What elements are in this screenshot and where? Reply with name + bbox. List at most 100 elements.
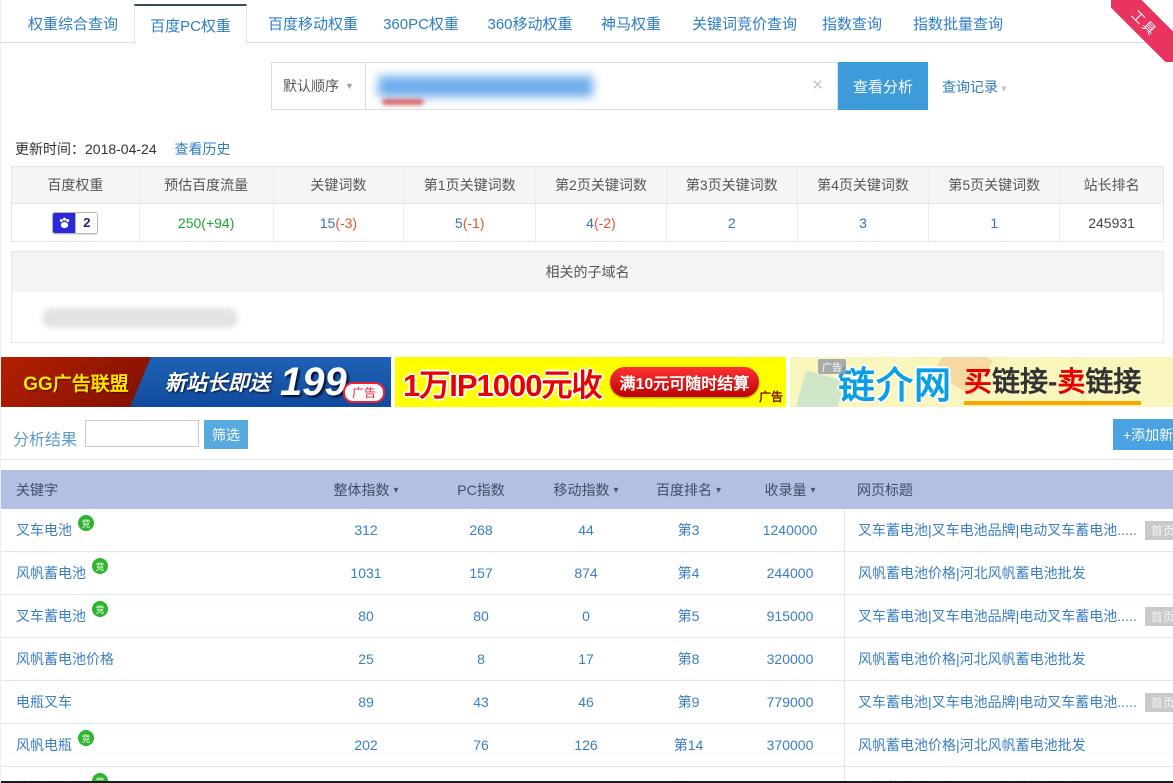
ad-banner-ip-offer[interactable]: 1万IP1000元收 满10元可随时结算 广告 bbox=[395, 357, 786, 407]
page-title-link[interactable]: 叉车蓄电池|叉车电池品牌|电动叉车蓄电池..... bbox=[858, 606, 1137, 626]
keywords-delta: (-3) bbox=[335, 215, 357, 231]
sort-order-dropdown[interactable]: 默认顺序 ▼ bbox=[271, 62, 366, 110]
tab-baidu-pc-weight[interactable]: 百度PC权重 bbox=[134, 4, 247, 44]
bidding-badge-icon: 竞 bbox=[92, 558, 108, 574]
indexed-count-value: 915000 bbox=[736, 595, 844, 637]
keyword-link[interactable]: 电瓶叉车 bbox=[16, 692, 72, 712]
clear-input-icon[interactable]: × bbox=[812, 75, 823, 97]
col-header-indexed-count[interactable]: 收录量▾ bbox=[736, 470, 844, 509]
ad2-headline: 1万IP1000元收 bbox=[403, 360, 602, 405]
mobile-index-value: 46 bbox=[531, 681, 641, 723]
page-title-link[interactable]: 叉车蓄电池|叉车电池品牌|电动叉车蓄电池..... bbox=[858, 520, 1137, 540]
ad-banner-link-market[interactable]: 广告 链介网 买链接-卖链接 bbox=[790, 357, 1173, 407]
stats-header-page4: 第4页关键词数 bbox=[798, 167, 930, 204]
tab-weight-overview[interactable]: 权重综合查询 bbox=[25, 13, 121, 34]
col-header-mobile-index[interactable]: 移动指数▾ bbox=[531, 470, 641, 509]
ad-banner-gg-alliance[interactable]: GG广告联盟 新站长即送 199 广告 bbox=[1, 357, 391, 407]
ad3-brand-text: 链介网 bbox=[838, 357, 952, 407]
tab-shenma-weight[interactable]: 神马权重 bbox=[598, 13, 664, 34]
bidding-badge-icon: 竞 bbox=[92, 601, 108, 617]
indexed-count-value: 779000 bbox=[736, 681, 844, 723]
col-header-baidu-rank[interactable]: 百度排名▾ bbox=[641, 470, 736, 509]
pc-index-value: 8 bbox=[431, 638, 531, 680]
webmaster-rank-value: 245931 bbox=[1060, 204, 1163, 241]
analyze-button[interactable]: 查看分析 bbox=[838, 62, 928, 110]
corner-ribbon-label: 工具 bbox=[1111, 0, 1173, 62]
view-history-link[interactable]: 查看历史 bbox=[175, 141, 231, 157]
filter-input[interactable] bbox=[85, 420, 199, 447]
page3-value: 2 bbox=[667, 204, 798, 241]
ad1-number: 199 bbox=[280, 359, 347, 405]
divider bbox=[1, 459, 1173, 460]
filter-button[interactable]: 筛选 bbox=[204, 420, 248, 449]
chevron-down-icon: ▼ bbox=[345, 81, 354, 91]
pc-index-value: 76 bbox=[431, 724, 531, 766]
subdomain-section: 相关的子域名 bbox=[11, 251, 1164, 343]
stats-header-page5: 第5页关键词数 bbox=[929, 167, 1060, 204]
mobile-index-value: 126 bbox=[531, 724, 641, 766]
col-header-overall-index[interactable]: 整体指数▾ bbox=[301, 470, 431, 509]
page4-value: 3 bbox=[798, 204, 930, 241]
query-history-label: 查询记录 bbox=[942, 79, 998, 95]
page-title-link[interactable]: 叉车蓄电池|叉车电池品牌|电动叉车蓄电池..... bbox=[858, 692, 1137, 712]
corner-ribbon[interactable]: 工具 bbox=[1111, 0, 1173, 62]
tab-keyword-bidding[interactable]: 关键词竞价查询 bbox=[687, 13, 802, 34]
add-new-keyword-button[interactable]: +添加新 bbox=[1113, 419, 1173, 450]
overall-index-value: 312 bbox=[301, 509, 431, 551]
baidu-rank-value: 第5 bbox=[641, 595, 736, 637]
domain-input[interactable]: × bbox=[366, 62, 838, 110]
stats-header-traffic: 预估百度流量 bbox=[140, 167, 274, 204]
page2-value: 4 bbox=[586, 215, 594, 231]
tab-index-batch-query[interactable]: 指数批量查询 bbox=[909, 13, 1007, 34]
keyword-link[interactable]: 风帆蓄电池 bbox=[16, 563, 86, 583]
table-row: 风帆电瓶竞 202 76 126 第14 370000 风帆蓄电池价格|河北风帆… bbox=[1, 724, 1173, 767]
baidu-rank-value: 第9 bbox=[641, 681, 736, 723]
page-title-link[interactable]: 风帆蓄电池价格|河北风帆蓄电池批发 bbox=[858, 649, 1086, 669]
mobile-index-value: 17 bbox=[531, 638, 641, 680]
tab-360-mobile-weight[interactable]: 360移动权重 bbox=[484, 13, 576, 34]
stats-values-row: 2 250(+94) 15(-3) 5(-1) 4(-2) 2 3 1 2459… bbox=[12, 204, 1163, 241]
query-history-link[interactable]: 查询记录▾ bbox=[942, 77, 1007, 97]
homepage-badge: 首页 bbox=[1145, 607, 1173, 626]
censored-red-mark bbox=[382, 99, 424, 105]
keyword-link[interactable]: 叉车电池 bbox=[16, 520, 72, 540]
page5-value: 1 bbox=[929, 204, 1060, 241]
tab-360-pc-weight[interactable]: 360PC权重 bbox=[381, 13, 461, 34]
tab-baidu-mobile-weight[interactable]: 百度移动权重 bbox=[264, 13, 362, 34]
stats-header-keywords: 关键词数 bbox=[274, 167, 405, 204]
ad-banner-row: GG广告联盟 新站长即送 199 广告 1万IP1000元收 满10元可随时结算… bbox=[1, 357, 1173, 407]
subdomain-section-title: 相关的子域名 bbox=[12, 252, 1163, 292]
indexed-count-value: 1240000 bbox=[736, 509, 844, 551]
table-row: 风帆蓄电池价格 25 8 17 第8 320000 风帆蓄电池价格|河北风帆蓄电… bbox=[1, 638, 1173, 681]
overall-index-value: 202 bbox=[301, 724, 431, 766]
chevron-down-icon: ▾ bbox=[1001, 83, 1007, 95]
sort-order-label: 默认顺序 bbox=[283, 76, 339, 96]
ad3-headline: 买链接-卖链接 bbox=[964, 360, 1141, 405]
keyword-link[interactable]: 风帆电瓶 bbox=[16, 735, 72, 755]
keyword-link[interactable]: 叉车蓄电池 bbox=[16, 606, 86, 626]
update-time-row: 更新时间：2018-04-24 查看历史 bbox=[15, 139, 231, 159]
baidu-weight-badge[interactable]: 2 bbox=[52, 212, 98, 234]
ad3-ad-badge: 广告 bbox=[818, 359, 846, 374]
keyword-link[interactable]: 风帆蓄电池价格 bbox=[16, 649, 114, 669]
mobile-index-value: 44 bbox=[531, 509, 641, 551]
tab-index-query[interactable]: 指数查询 bbox=[819, 13, 885, 34]
homepage-badge: 首页 bbox=[1145, 521, 1173, 540]
mobile-index-value: 0 bbox=[531, 595, 641, 637]
pc-index-value: 80 bbox=[431, 595, 531, 637]
bidding-badge-icon: 竞 bbox=[78, 515, 94, 531]
sort-arrow-icon: ▾ bbox=[810, 485, 815, 496]
col-header-pc-index: PC指数 bbox=[431, 470, 531, 509]
censored-subdomain-link[interactable] bbox=[42, 308, 238, 328]
baidu-rank-value: 第8 bbox=[641, 638, 736, 680]
page-title-link[interactable]: 风帆蓄电池价格|河北风帆蓄电池批发 bbox=[858, 735, 1086, 755]
page2-delta: (-2) bbox=[594, 215, 616, 231]
analysis-result-label: 分析结果 bbox=[13, 426, 77, 450]
table-row: 电瓶叉车 89 43 46 第9 779000 叉车蓄电池|叉车电池品牌|电动叉… bbox=[1, 681, 1173, 724]
ad1-brand-text: GG广告联盟 bbox=[23, 369, 129, 396]
page-title-link[interactable]: 风帆蓄电池价格|河北风帆蓄电池批发 bbox=[858, 563, 1086, 583]
pc-index-value: 157 bbox=[431, 552, 531, 594]
subdomain-list bbox=[12, 292, 1163, 343]
ad1-headline: 新站长即送 bbox=[165, 367, 270, 397]
overall-index-value: 89 bbox=[301, 681, 431, 723]
